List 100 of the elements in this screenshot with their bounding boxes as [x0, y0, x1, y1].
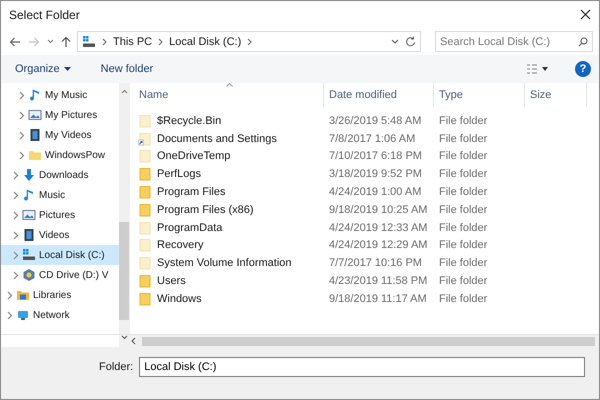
back-arrow-icon[interactable]: [9, 36, 21, 46]
type-cell-text: File folder: [438, 132, 488, 145]
drive-icon: [82, 34, 96, 48]
date-cell-text: 4/24/2019 1:00 AM: [328, 186, 422, 198]
dropdown-chevron-icon[interactable]: [47, 39, 54, 44]
type-cell-text: File folder: [438, 150, 488, 162]
breadcrumb-chevron-icon[interactable]: [102, 38, 107, 46]
picture-icon: [22, 208, 36, 222]
file-name[interactable]: $Recycle.Bin: [157, 114, 222, 127]
expand-chevron-icon[interactable]: [19, 90, 25, 100]
breadcrumb-chevron-icon[interactable]: [158, 38, 164, 46]
new-folder-button[interactable]: New folder: [94, 61, 160, 77]
scrollbar[interactable]: [119, 83, 129, 334]
date-cell-text: 7/7/2017 10:16 PM: [328, 257, 423, 270]
up-arrow-icon[interactable]: [61, 36, 71, 48]
date-cell-text: 7/10/2017 6:18 PM: [328, 150, 423, 162]
nav-item[interactable]: Local Disk (C:): [1, 245, 119, 265]
expand-chevron-icon[interactable]: [7, 310, 13, 320]
file-name[interactable]: Recovery: [157, 239, 204, 252]
type-cell-text: File folder: [438, 222, 488, 234]
drive-icon: [22, 248, 36, 262]
breadcrumb-item[interactable]: Local Disk (C:): [169, 36, 242, 48]
nav-item[interactable]: Music: [1, 185, 119, 205]
file-name[interactable]: Program Files: [157, 186, 226, 198]
type-cell-text: File folder: [438, 257, 488, 270]
folder-input[interactable]: Local Disk (C:): [139, 357, 585, 377]
nav-item[interactable]: My Pictures: [1, 105, 119, 125]
type-cell-text: File folder: [438, 204, 488, 216]
file-name[interactable]: Windows: [157, 292, 202, 305]
film-icon: [22, 228, 36, 242]
type-cell-text: File folder: [438, 168, 488, 180]
nav-item[interactable]: CD Drive (D:) V: [1, 265, 119, 285]
type-cell-text: File folder: [438, 275, 488, 288]
network-icon: [16, 308, 30, 322]
scroll-left-icon[interactable]: [131, 337, 136, 345]
expand-chevron-icon[interactable]: [7, 290, 13, 300]
column-header[interactable]: Size: [525, 83, 587, 107]
scroll-up-icon[interactable]: [120, 89, 128, 94]
down-arrow-icon: [22, 168, 36, 182]
file-name[interactable]: ProgramData: [157, 222, 222, 234]
dropdown-chevron-icon[interactable]: [391, 39, 399, 44]
file-name[interactable]: Program Files (x86): [157, 204, 254, 216]
breadcrumb-chevron-icon[interactable]: [247, 38, 252, 46]
column-header[interactable]: Date modified: [324, 83, 434, 107]
music-note-icon: [22, 188, 36, 202]
file-name[interactable]: PerfLogs: [157, 168, 202, 180]
nav-item[interactable]: My Music: [1, 85, 119, 105]
expand-chevron-icon[interactable]: [13, 250, 19, 260]
type-cell-text: File folder: [438, 114, 488, 127]
date-cell-text: 4/24/2019 12:29 AM: [328, 239, 428, 252]
view-options-icon[interactable]: [527, 64, 549, 74]
disc-box-icon: [22, 268, 36, 282]
expand-chevron-icon[interactable]: [13, 210, 19, 220]
search-icon[interactable]: [578, 36, 588, 46]
dropdown-caret-icon: [64, 67, 71, 71]
horizontal-scrollbar[interactable]: [142, 336, 595, 346]
expand-chevron-icon[interactable]: [19, 150, 25, 160]
file-name[interactable]: System Volume Information: [157, 257, 292, 270]
nav-item[interactable]: Network: [1, 305, 119, 325]
type-cell-text: File folder: [438, 239, 488, 252]
refresh-icon[interactable]: [405, 36, 416, 47]
picture-icon: [28, 108, 42, 122]
organize-button[interactable]: Organize: [9, 61, 77, 77]
nav-item[interactable]: Pictures: [1, 205, 119, 225]
column-header[interactable]: Name: [134, 83, 324, 107]
music-note-icon: [28, 88, 42, 102]
nav-item[interactable]: My Videos: [1, 125, 119, 145]
film-icon: [28, 128, 42, 142]
expand-chevron-icon[interactable]: [13, 230, 19, 240]
date-cell-text: 7/8/2017 1:06 AM: [328, 132, 416, 145]
libraries-icon: [16, 288, 30, 302]
expand-chevron-icon[interactable]: [13, 170, 19, 180]
file-name[interactable]: OneDriveTemp: [157, 150, 230, 162]
expand-chevron-icon[interactable]: [19, 110, 25, 120]
file-name[interactable]: Users: [157, 275, 186, 288]
file-name[interactable]: Documents and Settings: [157, 132, 277, 145]
close-icon[interactable]: [580, 9, 591, 20]
date-cell-text: 9/18/2019 10:25 AM: [328, 204, 428, 216]
nav-item[interactable]: WindowsPow: [1, 145, 119, 165]
expand-chevron-icon[interactable]: [19, 130, 25, 140]
folder-icon: [28, 148, 42, 162]
date-cell-text: 3/26/2019 5:48 AM: [328, 114, 422, 127]
date-cell-text: 3/18/2019 9:52 PM: [328, 168, 423, 180]
column-header[interactable]: Type: [434, 83, 525, 107]
type-cell-text: File folder: [438, 186, 488, 198]
expand-chevron-icon[interactable]: [13, 270, 19, 280]
folder-label: Folder:: [99, 360, 134, 375]
date-cell-text: 9/18/2019 11:17 AM: [328, 292, 428, 305]
nav-item[interactable]: Libraries: [1, 285, 119, 305]
search-field[interactable]: Search Local Disk (C:): [435, 31, 593, 52]
window-title: Select Folder: [9, 8, 80, 22]
help-button[interactable]: ?: [575, 61, 591, 77]
breadcrumb-item[interactable]: This PC: [113, 36, 152, 48]
address-bar[interactable]: This PC Local Disk (C:): [77, 31, 421, 52]
nav-item[interactable]: Videos: [1, 225, 119, 245]
scroll-down-icon[interactable]: [120, 335, 128, 340]
nav-item[interactable]: Downloads: [1, 165, 119, 185]
type-cell-text: File folder: [438, 292, 488, 305]
date-cell-text: 4/23/2019 11:58 PM: [328, 275, 428, 288]
expand-chevron-icon[interactable]: [13, 190, 19, 200]
